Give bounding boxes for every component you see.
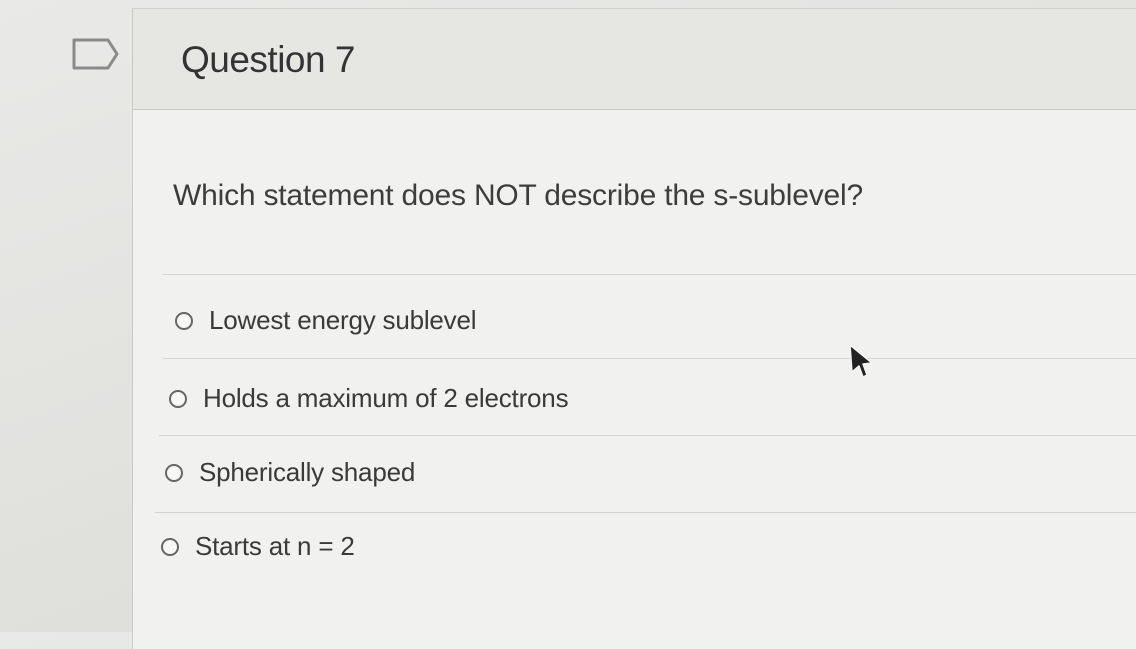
answer-option-4[interactable]: Starts at n = 2 bbox=[161, 531, 355, 562]
question-header: Question 7 bbox=[133, 9, 1136, 110]
divider bbox=[155, 512, 1136, 513]
divider bbox=[163, 358, 1136, 359]
radio-unselected-icon[interactable] bbox=[169, 389, 187, 408]
question-prompt: Which statement does NOT describe the s-… bbox=[173, 179, 863, 212]
flag-outline-icon bbox=[72, 38, 119, 70]
radio-unselected-icon[interactable] bbox=[175, 311, 193, 330]
radio-unselected-icon[interactable] bbox=[165, 463, 183, 482]
answer-label: Lowest energy sublevel bbox=[209, 305, 477, 335]
question-title: Question 7 bbox=[181, 39, 355, 80]
mouse-pointer-icon bbox=[849, 344, 873, 378]
answer-option-1[interactable]: Lowest energy sublevel bbox=[175, 305, 477, 336]
answer-label: Spherically shaped bbox=[199, 457, 416, 487]
answer-label: Starts at n = 2 bbox=[195, 531, 355, 561]
answer-option-2[interactable]: Holds a maximum of 2 electrons bbox=[169, 383, 569, 414]
question-card: Question 7 Which statement does NOT desc… bbox=[132, 8, 1136, 649]
divider bbox=[163, 274, 1136, 275]
divider bbox=[159, 435, 1136, 436]
answer-label: Holds a maximum of 2 electrons bbox=[203, 383, 569, 413]
answer-option-3[interactable]: Spherically shaped bbox=[165, 457, 415, 488]
flag-question-button[interactable] bbox=[70, 37, 120, 71]
radio-unselected-icon[interactable] bbox=[161, 537, 179, 556]
